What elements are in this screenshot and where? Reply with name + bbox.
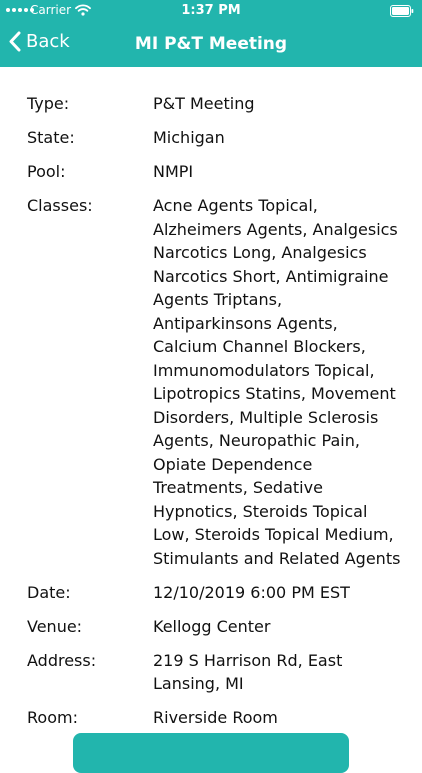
page-title: MI P&T Meeting [134, 34, 288, 54]
navigation-bar: Back MI P&T Meeting [0, 22, 422, 67]
detail-row-state: State: Michigan [27, 126, 402, 150]
venue-value: Kellogg Center [153, 616, 271, 636]
meeting-details: Type: P&T Meeting State: Michigan Pool: … [27, 92, 402, 740]
detail-row-room: Room: Riverside Room [27, 706, 402, 730]
state-label: State: [27, 128, 75, 147]
pool-label: Pool: [27, 162, 66, 181]
detail-row-type: Type: P&T Meeting [27, 92, 402, 116]
classes-label: Classes: [27, 196, 93, 215]
venue-label: Venue: [27, 616, 83, 636]
type-value: P&T Meeting [153, 94, 255, 113]
room-label: Room: [27, 708, 78, 727]
status-time: 1:37 PM [181, 3, 241, 18]
status-bar: Carrier 1:37 PM [0, 0, 422, 22]
state-value: Michigan [153, 128, 225, 147]
app-header: Carrier 1:37 PM Back MI P&T Meeting [0, 0, 422, 67]
date-value: 12/10/2019 6:00 PM EST [153, 582, 350, 602]
detail-row-classes: Classes: Acne Agents Topical, Alzheimers… [27, 194, 402, 570]
bottom-action-button[interactable] [73, 733, 349, 773]
address-label: Address: [27, 650, 97, 670]
pool-value: NMPI [153, 162, 194, 181]
classes-value: Acne Agents Topical, Alzheimers Agents, … [153, 196, 401, 568]
detail-row-venue: Venue: Kellogg Center [27, 615, 402, 639]
detail-row-pool: Pool: NMPI [27, 160, 402, 184]
type-label: Type: [27, 94, 70, 113]
address-value: 219 S Harrison Rd, East Lansing, MI [153, 650, 343, 694]
detail-row-address: Address: 219 S Harrison Rd, East Lansing… [27, 649, 402, 696]
detail-row-date: Date: 12/10/2019 6:00 PM EST [27, 581, 402, 605]
date-label: Date: [27, 582, 71, 602]
room-value: Riverside Room [153, 708, 278, 727]
battery-icon [390, 5, 414, 17]
